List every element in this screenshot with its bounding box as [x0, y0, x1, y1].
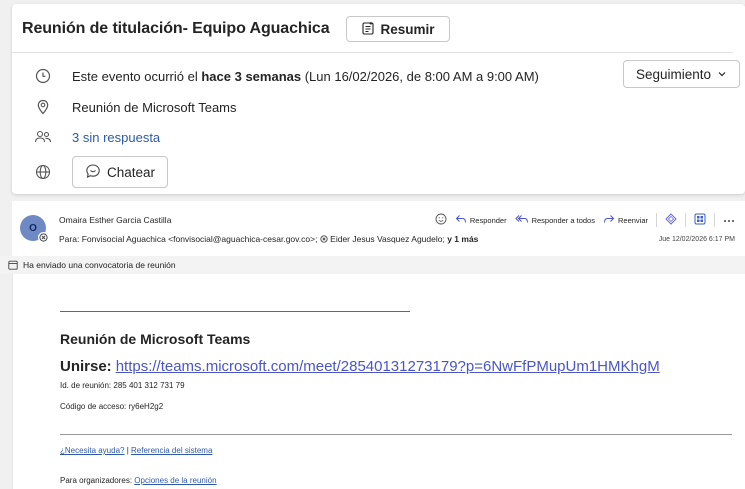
event-time-row: Este evento ocurrió el hace 3 semanas (L… — [34, 67, 539, 85]
clock-icon — [34, 67, 52, 85]
presence-unknown-icon — [38, 232, 49, 243]
apps-grid-icon — [694, 213, 706, 227]
location-pin-icon — [34, 98, 52, 116]
event-card: Reunión de titulación- Equipo Aguachica … — [12, 4, 745, 194]
reply-button[interactable]: Responder — [453, 214, 509, 226]
recipients-line: Para: Fonvisocial Aguachica <fonvisocial… — [59, 234, 479, 244]
meeting-options-link[interactable]: Opciones de la reunión — [134, 476, 216, 485]
more-dots-icon — [723, 216, 735, 225]
message-body: Reunión de Microsoft Teams Unirse: https:… — [12, 274, 745, 489]
reply-all-button[interactable]: Responder a todos — [513, 214, 597, 226]
recipient-status-icon — [320, 234, 330, 244]
organizer-row: Para organizadores: Opciones de la reuni… — [60, 476, 217, 485]
react-button[interactable] — [433, 213, 449, 227]
event-location: Reunión de Microsoft Teams — [72, 99, 237, 115]
invite-notice-text: Ha enviado una convocatoria de reunión — [23, 260, 176, 270]
event-chat-row: Chatear — [34, 156, 169, 188]
message-actions: Responder Responder a todos Reenviar — [433, 213, 737, 227]
loop-icon — [665, 213, 677, 227]
help-row: ¿Necesita ayuda? | Referencia del sistem… — [60, 446, 213, 455]
chevron-down-icon — [717, 67, 727, 82]
apps-button[interactable] — [692, 213, 708, 227]
action-separator — [714, 213, 715, 227]
summarize-button[interactable]: Resumir — [345, 16, 450, 42]
teams-meeting-title: Reunión de Microsoft Teams — [60, 331, 251, 347]
join-link[interactable]: https://teams.microsoft.com/meet/2854013… — [116, 358, 660, 375]
more-recipients[interactable]: y 1 más — [447, 234, 478, 244]
more-actions-button[interactable] — [721, 216, 737, 225]
globe-icon — [34, 163, 52, 181]
join-row: Unirse: https://teams.microsoft.com/meet/… — [60, 358, 660, 375]
smiley-icon — [435, 213, 447, 227]
event-attendees-row: 3 sin respuesta — [34, 128, 160, 146]
join-label: Unirse: — [60, 358, 112, 375]
divider — [12, 52, 733, 53]
people-icon — [34, 128, 52, 146]
sender-name[interactable]: Omaira Esther Garcia Castilla — [59, 215, 171, 225]
summary-icon — [361, 21, 375, 38]
calendar-icon — [8, 260, 18, 270]
event-subject: Reunión de titulación- Equipo Aguachica — [22, 20, 330, 37]
reply-all-label: Responder a todos — [531, 215, 595, 225]
action-separator — [685, 213, 686, 227]
event-location-row: Reunión de Microsoft Teams — [34, 98, 237, 116]
help-link[interactable]: ¿Necesita ayuda? — [60, 446, 124, 455]
chat-label: Chatear — [107, 164, 156, 180]
meeting-id: Id. de reunión: 285 401 312 731 79 — [60, 381, 185, 390]
system-reference-link[interactable]: Referencia del sistema — [131, 446, 212, 455]
summarize-label: Resumir — [380, 21, 435, 37]
action-separator — [656, 213, 657, 227]
attendees-link[interactable]: 3 sin respuesta — [72, 130, 160, 145]
follow-up-label: Seguimiento — [635, 66, 711, 82]
recipient-second[interactable]: Eider Jesus Vasquez Agudelo; — [330, 234, 447, 244]
meeting-passcode: Código de acceso: ry6eH2g2 — [60, 402, 164, 411]
separator-line — [60, 311, 410, 312]
follow-up-dropdown[interactable]: Seguimiento — [622, 60, 740, 88]
reply-all-icon — [514, 214, 529, 226]
subject-row: Reunión de titulación- Equipo Aguachica … — [22, 16, 450, 42]
recipient-list[interactable]: Fonvisocial Aguachica <fonvisocial@aguac… — [82, 234, 320, 244]
loop-button[interactable] — [663, 213, 679, 227]
forward-button[interactable]: Reenviar — [601, 214, 650, 226]
chat-bubble-icon — [85, 163, 101, 182]
message-card: O Omaira Esther Garcia Castilla Para: Fo… — [0, 201, 745, 489]
forward-icon — [603, 214, 615, 226]
invite-notice-bar: Ha enviado una convocatoria de reunión — [0, 256, 745, 274]
chat-button[interactable]: Chatear — [72, 156, 169, 188]
reply-icon — [455, 214, 467, 226]
event-time-text: Este evento ocurrió el hace 3 semanas (L… — [72, 68, 539, 84]
message-header: O Omaira Esther Garcia Castilla Para: Fo… — [12, 201, 745, 253]
message-timestamp: Jue 12/02/2026 6:17 PM — [658, 236, 735, 243]
forward-label: Reenviar — [617, 215, 648, 225]
separator-line — [60, 434, 732, 435]
reply-label: Responder — [469, 215, 507, 225]
